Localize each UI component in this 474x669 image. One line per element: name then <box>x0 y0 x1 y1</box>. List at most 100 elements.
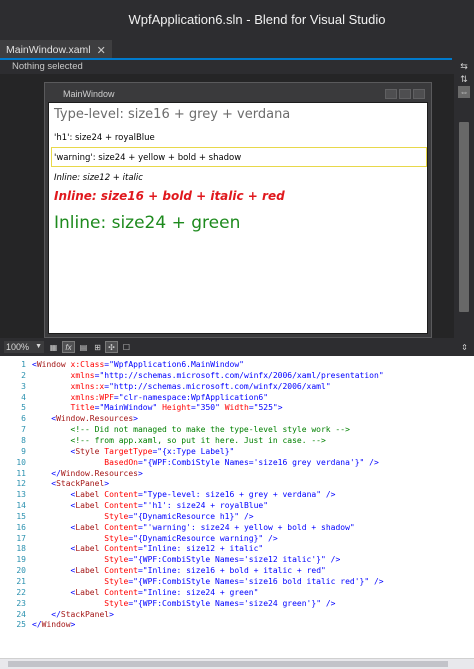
code-line[interactable]: <Label Content="Inline: size24 + green" <box>32 587 259 599</box>
code-token: "> <box>272 403 283 413</box>
code-token: =" <box>128 555 138 565</box>
tab-mainwindow-xaml[interactable]: MainWindow.xaml ✕ <box>0 40 112 60</box>
code-token: Content <box>99 490 138 500</box>
label-inline-red[interactable]: Inline: size16 + bold + italic + red <box>54 189 285 203</box>
label-h1[interactable]: 'h1': size24 + royalBlue <box>54 133 155 143</box>
code-line[interactable]: Title="MainWindow" Height="350" Width="5… <box>32 403 283 414</box>
line-number: 12 <box>16 479 26 489</box>
code-token: x:Class <box>65 360 105 369</box>
code-line[interactable]: Style="{DynamicResource warning}" /> <box>32 533 277 545</box>
code-token: Content <box>99 587 138 597</box>
code-token: /> <box>364 457 379 467</box>
swap-panes-icon[interactable]: ⇅ <box>458 73 470 85</box>
code-line[interactable]: <Label Content="Inline: size12 + italic" <box>32 544 264 555</box>
code-line[interactable]: <Window x:Class="WpfApplication6.MainWin… <box>32 360 244 371</box>
window-content-area[interactable]: Type-level: size16 + grey + verdana 'h1'… <box>48 102 428 334</box>
code-token: Style <box>32 577 129 586</box>
xaml-editor[interactable]: 1 2 3 4 5 6 7 8 9 10 11 12 13 14 15 16 17 18 19 20 21 22 23 24 2… <box>0 356 474 669</box>
code-line[interactable]: <!-- Did not managed to make the type-le… <box>32 425 350 436</box>
code-token: {x:Type Label} <box>162 446 230 456</box>
code-token: {WPF:CombiStyle Names='size12 italic'} <box>137 555 321 565</box>
code-token: " <box>263 392 269 402</box>
editor-horizontal-scrollbar[interactable] <box>0 658 474 669</box>
code-line[interactable]: Style="{WPF:CombiStyle Names='size16 bol… <box>32 577 383 588</box>
line-number: 6 <box>21 414 26 424</box>
line-number: 15 <box>16 511 26 521</box>
code-line[interactable]: <Window.Resources> <box>32 414 138 425</box>
line-number: 22 <box>16 587 26 597</box>
line-number: 21 <box>16 577 26 586</box>
breadcrumb: Nothing selected <box>0 60 454 74</box>
label-type-level[interactable]: Type-level: size16 + grey + verdana <box>54 107 290 122</box>
code-line[interactable]: </StackPanel> <box>32 610 114 621</box>
code-line[interactable]: <Label Content="Inline: size16 + bold + … <box>32 566 326 577</box>
code-line[interactable]: xmlns="http://schemas.microsoft.com/winf… <box>32 371 384 382</box>
line-number: 23 <box>16 598 26 608</box>
code-token: Label <box>75 522 100 532</box>
scrollbar-thumb[interactable] <box>8 661 448 667</box>
pan-icon[interactable]: ⇆ <box>458 60 470 72</box>
line-number: 17 <box>16 533 26 543</box>
line-number: 5 <box>21 403 26 413</box>
code-token: Inline: size12 + italic <box>147 544 259 554</box>
code-token: Content <box>99 501 138 511</box>
line-number: 20 <box>16 566 26 576</box>
designer-window-frame[interactable]: MainWindow Type-level: size16 + grey + v… <box>44 82 432 338</box>
code-line[interactable]: Style="{WPF:CombiStyle Names='size12 ita… <box>32 555 340 566</box>
code-token: http://schemas.microsoft.com/winfx/2006/… <box>113 381 326 391</box>
line-number: 13 <box>16 490 26 500</box>
collapse-pane-icon[interactable]: ⇕ <box>458 341 471 353</box>
code-token: 525 <box>258 403 273 413</box>
code-token: /> <box>321 598 336 608</box>
line-number: 14 <box>16 501 26 511</box>
code-token: =" <box>137 490 148 500</box>
code-line[interactable]: BasedOn="{WPF:CombiStyle Names='size16 g… <box>32 458 379 469</box>
line-number: 18 <box>16 544 26 554</box>
code-token: =" <box>137 501 148 511</box>
code-token: =" <box>104 360 114 369</box>
code-line[interactable]: </Window> <box>32 620 75 631</box>
code-token: xmlns:x <box>32 381 105 391</box>
snap-to-gridlines-icon[interactable]: ⊞ <box>91 341 104 353</box>
close-tab-icon[interactable]: ✕ <box>97 44 106 57</box>
snap-to-snaplines-icon[interactable]: ✣ <box>105 341 118 353</box>
effects-toggle-icon[interactable]: fx <box>62 341 75 353</box>
split-horizontal-icon[interactable]: ⇔ <box>458 86 470 98</box>
code-line[interactable]: <!-- from app.xaml, so put it here. Just… <box>32 436 326 447</box>
zoom-dropdown[interactable]: 100% ▼ <box>4 341 44 353</box>
code-token: Label <box>75 587 100 597</box>
code-token: </ <box>32 609 61 619</box>
code-token: < <box>32 522 76 532</box>
code-token: Window.Resources <box>56 414 134 424</box>
code-token: Style <box>32 511 129 521</box>
code-line[interactable]: xmlns:WPF="clr-namespace:WpfApplication6… <box>32 392 269 404</box>
code-line[interactable]: <Label Content="'warning': size24 + yell… <box>32 523 355 534</box>
code-line[interactable]: xmlns:x="http://schemas.microsoft.com/wi… <box>32 382 331 393</box>
code-line[interactable]: <Label Content="'h1': size24 + royalBlue… <box>32 501 269 512</box>
code-token: =" <box>128 533 138 543</box>
designer-bottom-toolbar: 100% ▼ ▦ fx ▤ ⊞ ✣ ☐ ⇕ <box>0 338 474 356</box>
grid-icon[interactable]: ▦ <box>47 341 60 353</box>
code-token: {WPF:CombiStyle Names='size16 grey verda… <box>147 457 360 467</box>
label-inline-italic[interactable]: Inline: size12 + italic <box>54 173 143 183</box>
code-token: =" <box>248 403 259 413</box>
annotations-icon[interactable]: ☐ <box>120 341 133 353</box>
code-line[interactable]: Style="{WPF:CombiStyle Names='size24 gre… <box>32 599 335 610</box>
code-line[interactable]: <Label Content="Type-level: size16 + gre… <box>32 490 336 501</box>
label-inline-green[interactable]: Inline: size24 + green <box>54 213 240 233</box>
code-line[interactable]: <StackPanel> <box>32 479 109 490</box>
label-warning[interactable]: 'warning': size24 + yellow + bold + shad… <box>54 153 241 163</box>
designer-vertical-scrollbar[interactable] <box>459 122 469 312</box>
line-number: 8 <box>21 435 26 445</box>
minimize-button <box>385 89 397 99</box>
code-token: MainWindow <box>104 403 153 413</box>
code-line[interactable]: <Style TargetType="{x:Type Label}" <box>32 446 235 458</box>
code-line[interactable]: Style="{DynamicResource h1}" /> <box>32 511 253 523</box>
code-token: StackPanel <box>56 479 105 489</box>
grid-lines-icon[interactable]: ▤ <box>77 341 90 353</box>
design-artboard[interactable]: MainWindow Type-level: size16 + grey + v… <box>0 74 454 338</box>
code-line[interactable]: </Window.Resources> <box>32 469 143 480</box>
code-token: Label <box>75 490 100 500</box>
line-number: 25 <box>16 620 26 630</box>
code-token: > <box>137 468 143 478</box>
